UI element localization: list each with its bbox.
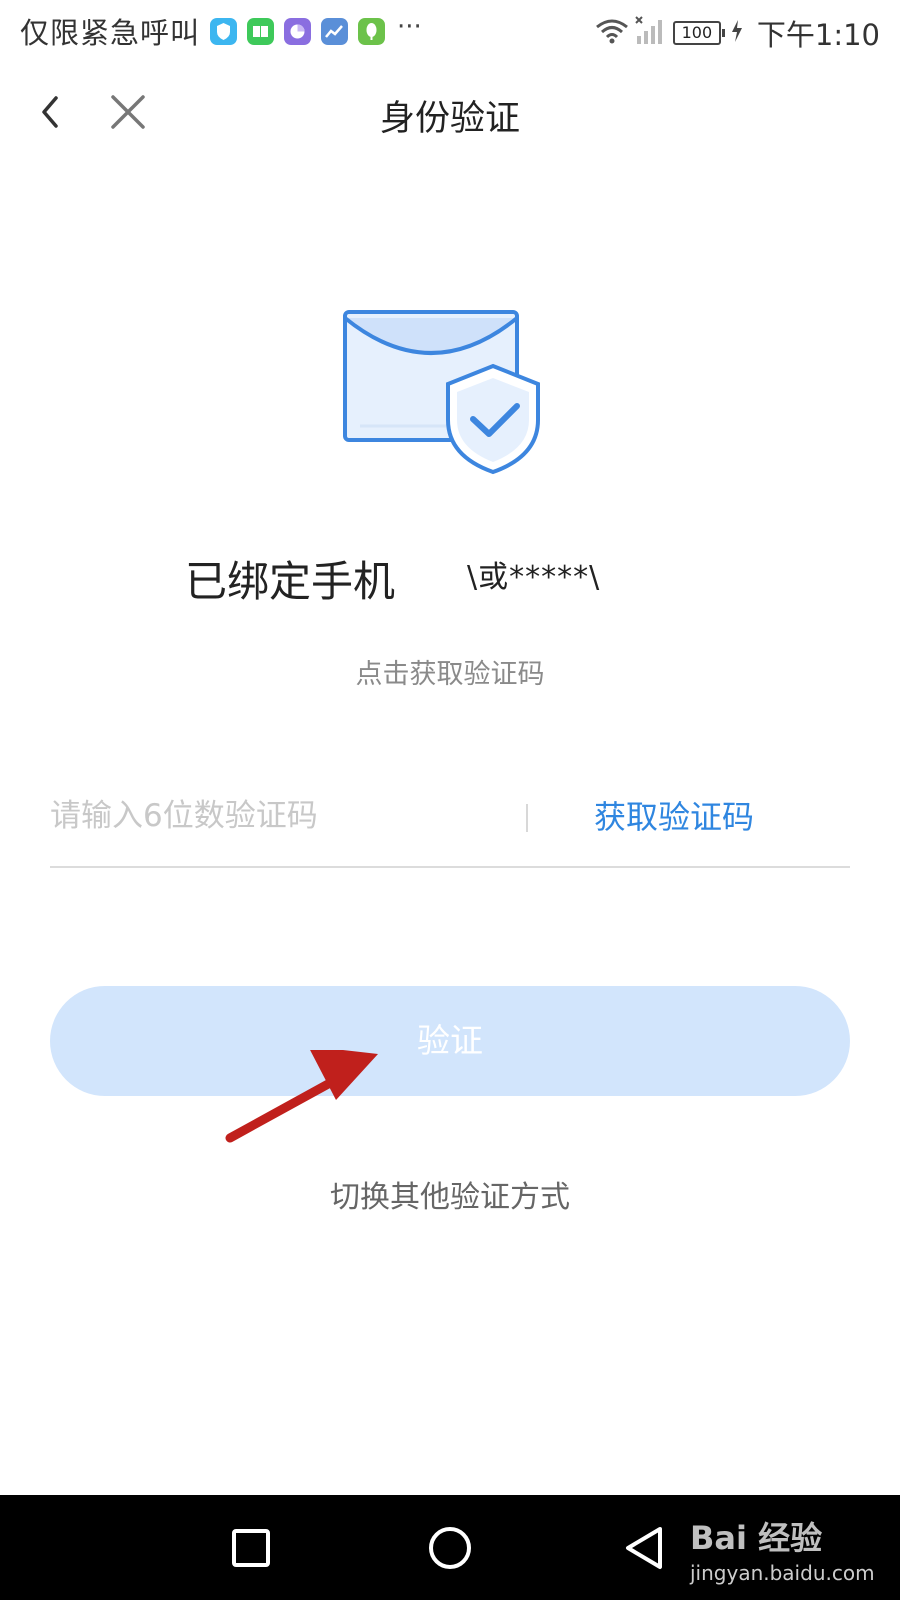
masked-phone-number: \或*****\ bbox=[467, 560, 601, 595]
bound-phone-label: 已绑定手机 bbox=[185, 557, 396, 606]
wifi-icon bbox=[595, 17, 629, 49]
home-icon[interactable] bbox=[425, 1523, 475, 1573]
annotation-arrow-icon bbox=[220, 1046, 390, 1150]
leaf-app-icon bbox=[358, 17, 386, 45]
nav-bar: 身份验证 bbox=[0, 70, 900, 160]
bound-phone-row: 已绑定手机 \或*****\ bbox=[185, 548, 725, 608]
status-bar-right: 100 下午1:10 bbox=[595, 12, 880, 54]
verification-code-input[interactable] bbox=[50, 786, 510, 846]
status-bar-left: 仅限紧急呼叫 ··· bbox=[20, 10, 422, 52]
shield-app-icon bbox=[210, 17, 238, 45]
system-nav-bar: Bai 经验 jingyan.baidu.com bbox=[0, 1495, 900, 1600]
signal-icon bbox=[635, 16, 665, 50]
envelope-shield-icon bbox=[340, 308, 560, 483]
get-code-button[interactable]: 获取验证码 bbox=[594, 792, 754, 838]
book-app-icon bbox=[247, 17, 275, 45]
code-input-row: 获取验证码 bbox=[50, 780, 850, 868]
input-divider bbox=[526, 804, 528, 832]
recent-apps-icon[interactable] bbox=[226, 1523, 276, 1573]
battery-icon: 100 bbox=[672, 21, 725, 45]
watermark-logo-text: Bai 经验 bbox=[690, 1519, 823, 1557]
clock-text: 下午1:10 bbox=[756, 18, 880, 52]
charging-icon bbox=[731, 20, 743, 46]
more-notifications-icon: ··· bbox=[397, 12, 422, 42]
get-code-hint: 点击获取验证码 bbox=[355, 659, 545, 690]
stock-app-icon bbox=[321, 17, 349, 45]
page-title: 身份验证 bbox=[379, 99, 520, 139]
verify-button[interactable]: 验证 bbox=[50, 986, 850, 1096]
status-bar: 仅限紧急呼叫 ··· 100 下午1:10 bbox=[0, 0, 900, 64]
baidu-jingyan-watermark: Bai 经验 jingyan.baidu.com bbox=[690, 1505, 890, 1595]
watermark-url: jingyan.baidu.com bbox=[690, 1561, 875, 1585]
back-triangle-icon[interactable] bbox=[620, 1523, 670, 1573]
chart-app-icon bbox=[284, 17, 312, 45]
switch-verification-method-link[interactable]: 切换其他验证方式 bbox=[0, 1172, 900, 1216]
carrier-text: 仅限紧急呼叫 bbox=[20, 16, 201, 50]
